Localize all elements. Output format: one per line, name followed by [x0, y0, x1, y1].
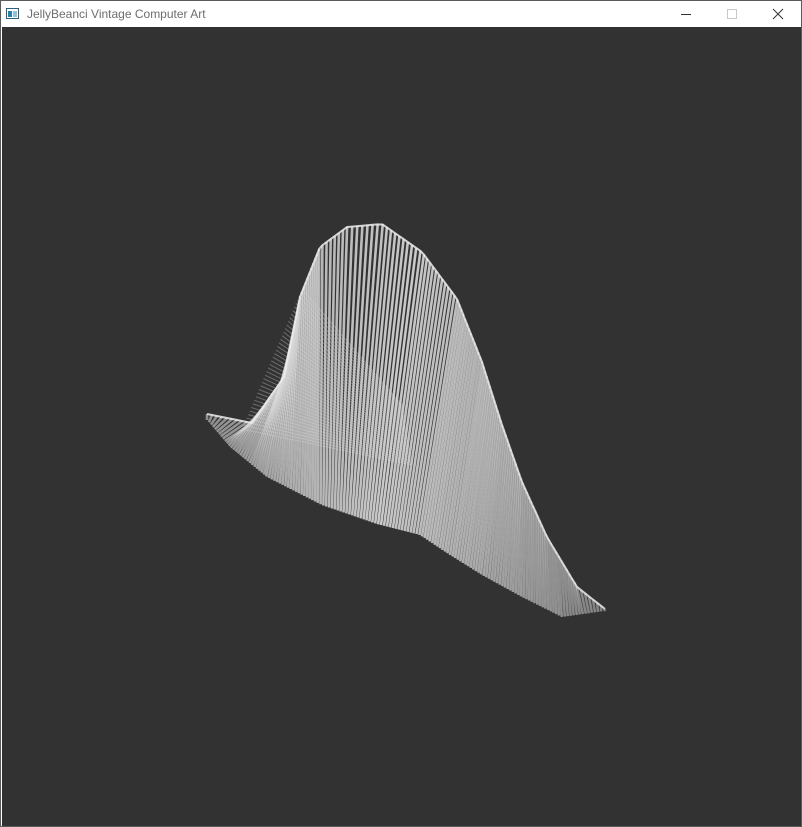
- close-button[interactable]: [755, 1, 801, 27]
- close-icon: [772, 8, 784, 20]
- art-strand: [316, 248, 321, 503]
- window-title: JellyBeanci Vintage Computer Art: [27, 7, 206, 21]
- art-canvas[interactable]: [2, 27, 801, 826]
- minimize-button[interactable]: [663, 1, 709, 27]
- art-strand: [207, 414, 214, 423]
- minimize-icon: [681, 14, 691, 15]
- maximize-button[interactable]: [709, 1, 755, 27]
- art-strand: [538, 520, 542, 607]
- app-window: JellyBeanci Vintage Computer Art: [0, 0, 802, 827]
- window-controls: [663, 1, 801, 27]
- art-strand: [530, 506, 535, 602]
- app-icon[interactable]: [5, 6, 21, 22]
- art-strand: [527, 501, 533, 601]
- line-art-surface: [205, 223, 607, 617]
- art-strand: [533, 510, 537, 604]
- title-bar[interactable]: JellyBeanci Vintage Computer Art: [1, 1, 801, 27]
- maximize-icon: [727, 9, 737, 19]
- art-strand: [319, 245, 324, 505]
